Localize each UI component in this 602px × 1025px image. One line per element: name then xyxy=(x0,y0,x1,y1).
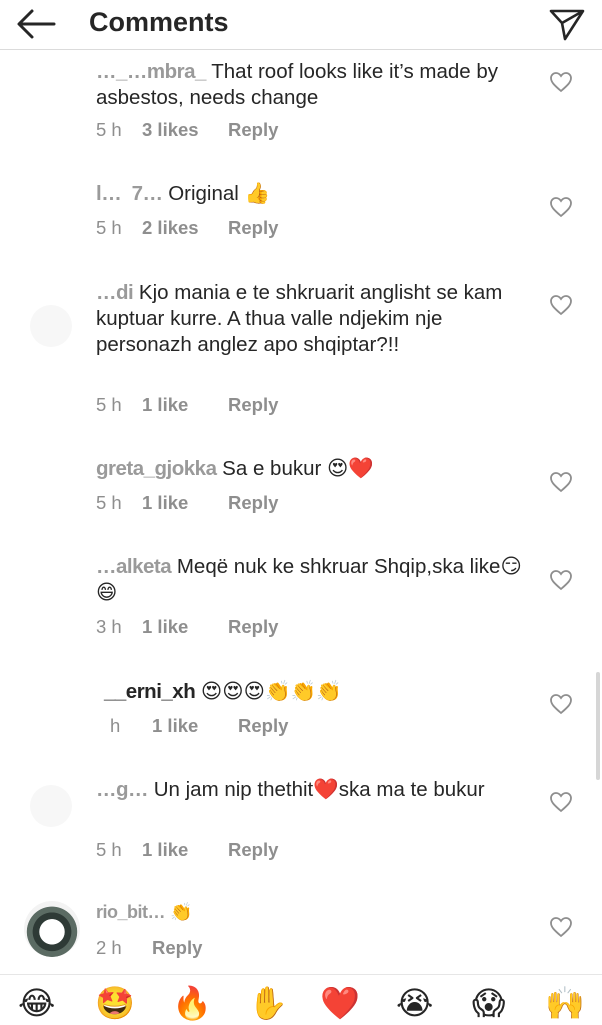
comment-likes[interactable]: 1 like xyxy=(152,715,238,737)
comment-meta: 2 h Reply xyxy=(96,937,202,959)
comment-time: 3 h xyxy=(96,616,122,637)
like-heart-icon[interactable] xyxy=(549,294,573,316)
comment-username[interactable]: …di xyxy=(96,281,134,304)
like-heart-icon[interactable] xyxy=(549,916,573,938)
comment-likes[interactable]: 1 like xyxy=(142,394,228,416)
like-heart-icon[interactable] xyxy=(549,693,573,715)
emoji-quick-bar: 😂 🤩 🔥 ✋ ❤️ 😭 😱 🙌 xyxy=(0,974,602,1025)
comment-time: 5 h xyxy=(96,492,122,513)
reply-button[interactable]: Reply xyxy=(228,119,278,141)
like-heart-icon[interactable] xyxy=(549,569,573,591)
emoji-crying[interactable]: 😭 xyxy=(396,981,433,1025)
like-heart-icon[interactable] xyxy=(549,71,573,93)
comment-body: Un jam nip thethit❤️ska ma te bukur xyxy=(148,778,485,801)
emoji-star-struck[interactable]: 🤩 xyxy=(95,981,135,1025)
comment-body: 👏 xyxy=(165,902,193,922)
comment-meta: h 1 like Reply xyxy=(110,715,288,737)
reply-button[interactable]: Reply xyxy=(228,839,278,861)
comment-likes[interactable]: 1 like xyxy=(142,616,228,638)
emoji-tears-of-joy[interactable]: 😂 xyxy=(18,981,55,1025)
reply-button[interactable]: Reply xyxy=(152,937,202,959)
comment-meta: 5 h 2 likes Reply xyxy=(96,217,278,239)
avatar[interactable] xyxy=(30,785,72,827)
comment-text: …alketa Meqë nuk ke shkruar Shqip,ska li… xyxy=(96,554,526,606)
comment-time: 5 h xyxy=(96,119,122,140)
comment-meta: 3 h 1 like Reply xyxy=(96,616,278,638)
direct-send-icon[interactable] xyxy=(548,6,586,42)
reply-button[interactable]: Reply xyxy=(238,715,288,737)
comment-username[interactable]: …_…mbra_ xyxy=(96,60,206,83)
comment-username[interactable]: …alketa xyxy=(96,555,172,578)
comment-username[interactable]: __erni_xh xyxy=(104,680,196,703)
comment-meta: 5 h 1 like Reply xyxy=(96,394,278,416)
comment-meta: 5 h 1 like Reply xyxy=(96,839,278,861)
comment-username[interactable]: l… 7… xyxy=(96,182,163,205)
like-heart-icon[interactable] xyxy=(549,471,573,493)
avatar[interactable] xyxy=(30,305,72,347)
emoji-screaming[interactable]: 😱 xyxy=(472,981,505,1025)
avatar[interactable] xyxy=(24,901,80,957)
comment-body: Sa e bukur 😍❤️ xyxy=(216,457,374,480)
like-heart-icon[interactable] xyxy=(549,791,573,813)
comment-time: h xyxy=(110,715,121,736)
comment-username[interactable]: …g… xyxy=(96,778,149,801)
comment-likes[interactable]: 1 like xyxy=(142,839,228,861)
scrollbar[interactable] xyxy=(596,672,600,780)
comment-text: …di Kjo mania e te shkruarit anglisht se… xyxy=(96,280,526,358)
like-heart-icon[interactable] xyxy=(549,196,573,218)
comment-text: …_…mbra_ That roof looks like it’s made … xyxy=(96,59,526,111)
emoji-raising-hands[interactable]: 🙌 xyxy=(545,981,585,1025)
comment-time: 5 h xyxy=(96,839,122,860)
comment-time: 5 h xyxy=(96,394,122,415)
comment-body: Original 👍 xyxy=(162,182,271,205)
page-title: Comments xyxy=(89,7,229,37)
comment-meta: 5 h 1 like Reply xyxy=(96,492,278,514)
comment-text: rio_bit… 👏 xyxy=(96,899,526,925)
reply-button[interactable]: Reply xyxy=(228,616,278,638)
back-arrow-icon[interactable] xyxy=(14,6,58,42)
comment-body: Kjo mania e te shkruarit anglisht se kam… xyxy=(96,281,509,356)
comments-list[interactable]: …_…mbra_ That roof looks like it’s made … xyxy=(0,50,602,974)
comment-likes[interactable]: 1 like xyxy=(142,492,228,514)
emoji-fire[interactable]: 🔥 xyxy=(172,981,212,1025)
reply-button[interactable]: Reply xyxy=(228,394,278,416)
emoji-red-heart[interactable]: ❤️ xyxy=(320,981,360,1025)
comment-username[interactable]: greta_gjokka xyxy=(96,457,217,480)
comment-username[interactable]: rio_bit… xyxy=(96,902,166,922)
comment-time: 5 h xyxy=(96,217,122,238)
comment-text: …g… Un jam nip thethit❤️ska ma te bukur xyxy=(96,777,526,803)
top-bar: Comments xyxy=(0,0,602,50)
comment-meta: 5 h 3 likes Reply xyxy=(96,119,278,141)
comment-time: 2 h xyxy=(96,937,122,958)
comment-text: __erni_xh 😍😍😍👏👏👏 xyxy=(104,679,534,705)
comment-text: greta_gjokka Sa e bukur 😍❤️ xyxy=(96,456,526,482)
comment-likes[interactable]: 3 likes xyxy=(142,119,228,141)
emoji-raised-hand[interactable]: ✋ xyxy=(248,981,288,1025)
comment-body: 😍😍😍👏👏👏 xyxy=(195,680,342,703)
comment-text: l… 7… Original 👍 xyxy=(96,181,526,207)
reply-button[interactable]: Reply xyxy=(228,217,278,239)
reply-button[interactable]: Reply xyxy=(228,492,278,514)
comment-likes[interactable]: 2 likes xyxy=(142,217,228,239)
